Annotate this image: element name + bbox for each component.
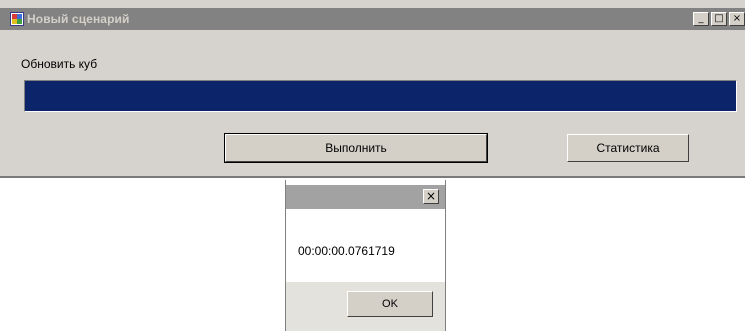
maximize-button[interactable]: □ xyxy=(711,12,727,26)
update-cube-label: Обновить куб xyxy=(21,57,98,71)
message-dialog: × 00:00:00.0761719 OK xyxy=(285,180,446,331)
close-button[interactable]: × xyxy=(729,12,745,26)
run-button[interactable]: Выполнить xyxy=(224,133,488,163)
window-title: Новый сценарий xyxy=(27,12,130,26)
ok-button[interactable]: OK xyxy=(347,291,433,317)
app-icon xyxy=(10,12,24,26)
dialog-button-area: OK xyxy=(286,282,445,331)
title-bar[interactable]: Новый сценарий _ □ × xyxy=(0,8,745,30)
caption-buttons: _ □ × xyxy=(691,12,745,26)
progress-bar xyxy=(24,80,737,112)
dialog-close-icon[interactable]: × xyxy=(423,189,439,204)
dialog-title-bar[interactable]: × xyxy=(286,185,445,209)
main-window: Новый сценарий _ □ × Обновить куб Выполн… xyxy=(0,0,745,178)
minimize-button[interactable]: _ xyxy=(693,12,709,26)
statistics-button[interactable]: Статистика xyxy=(567,134,689,162)
dialog-message: 00:00:00.0761719 xyxy=(298,244,395,258)
